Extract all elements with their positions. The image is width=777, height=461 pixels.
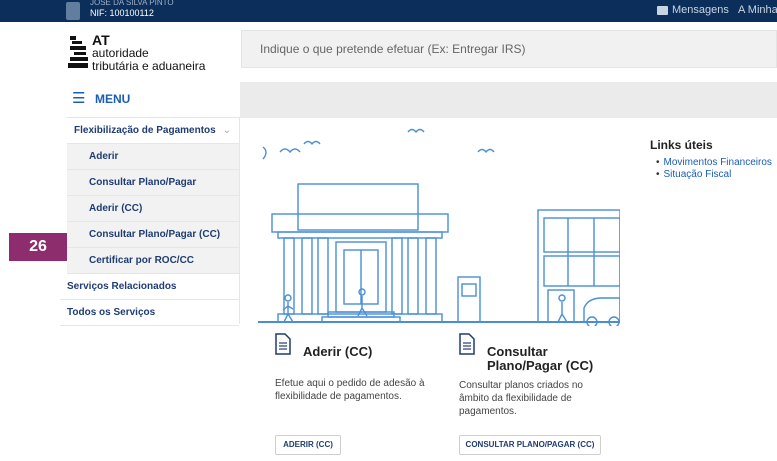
card-description: Consultar planos criados no âmbito da fl… bbox=[459, 380, 583, 417]
card-consultar-plano-cc: Consultar Plano/Pagar (CC) Consultar pla… bbox=[459, 333, 629, 461]
card-title: Aderir (CC) bbox=[303, 344, 373, 359]
bullet-icon: • bbox=[656, 169, 660, 180]
document-icon bbox=[459, 333, 475, 355]
sidebar-item-consultar-plano[interactable]: Consultar Plano/Pagar bbox=[67, 170, 239, 196]
mail-icon[interactable] bbox=[657, 6, 668, 15]
sidebar-item-aderir[interactable]: Aderir bbox=[67, 144, 239, 170]
useful-links: Links úteis • Movimentos Financeiros • Sit… bbox=[650, 138, 777, 181]
link-movimentos-financeiros[interactable]: Movimentos Financeiros bbox=[664, 157, 772, 168]
chevron-down-icon[interactable]: ⌄ bbox=[223, 118, 231, 144]
sidebar: Flexibilização de Pagamentos ⌄ Aderir Co… bbox=[60, 118, 240, 326]
link-item[interactable]: • Situação Fiscal bbox=[650, 169, 777, 181]
at-logo[interactable]: AT autoridade tributária e aduaneira bbox=[68, 32, 228, 74]
aderir-cc-button[interactable]: ADERIR (CC) bbox=[275, 435, 341, 455]
document-icon bbox=[275, 333, 291, 355]
link-situacao-fiscal[interactable]: Situação Fiscal bbox=[664, 169, 732, 180]
user-icon bbox=[66, 2, 80, 20]
messages-link[interactable]: Mensagens bbox=[672, 4, 729, 16]
tax-office-illustration bbox=[258, 128, 620, 326]
useful-links-title: Links úteis bbox=[650, 138, 713, 152]
sidebar-item-consultar-plano-cc[interactable]: Consultar Plano/Pagar (CC) bbox=[67, 222, 239, 248]
sidebar-item-label: Flexibilização de Pagamentos bbox=[74, 125, 216, 136]
top-bar: JOSÉ DA SILVA PINTO NIF: 100100112 Mensa… bbox=[0, 0, 777, 22]
sidebar-item-servicos-relacionados[interactable]: Serviços Relacionados bbox=[60, 274, 239, 300]
header: AT autoridade tributária e aduaneira bbox=[0, 22, 777, 82]
user-name: JOSÉ DA SILVA PINTO bbox=[90, 0, 174, 6]
step-badge: 26 bbox=[9, 233, 67, 261]
consultar-plano-cc-button[interactable]: CONSULTAR PLANO/PAGAR (CC) bbox=[459, 435, 601, 455]
my-area-link[interactable]: A Minha Á bbox=[738, 4, 777, 16]
card-aderir-cc: Aderir (CC) Efetue aqui o pedido de ades… bbox=[275, 333, 445, 461]
menu-label[interactable]: MENU bbox=[95, 92, 130, 106]
hamburger-icon[interactable]: ☰ bbox=[72, 91, 85, 106]
at-logo-icon bbox=[68, 36, 88, 68]
card-title-line1: Consultar bbox=[487, 344, 548, 359]
card-description: Efetue aqui o pedido de adesão à flexibi… bbox=[275, 378, 425, 402]
sidebar-item-certificar-roc[interactable]: Certificar por ROC/CC bbox=[67, 248, 239, 274]
search-input[interactable] bbox=[242, 31, 776, 67]
search-box[interactable] bbox=[241, 30, 777, 68]
logo-text-line2: autoridade bbox=[92, 46, 149, 60]
content-top-bar bbox=[240, 82, 777, 118]
logo-text-line3: tributária e aduaneira bbox=[92, 59, 206, 73]
sidebar-item-aderir-cc[interactable]: Aderir (CC) bbox=[67, 196, 239, 222]
bullet-icon: • bbox=[656, 157, 660, 168]
menu-toggle[interactable]: ☰ MENU bbox=[67, 82, 240, 118]
card-title-line2: Plano/Pagar (CC) bbox=[487, 358, 594, 373]
sidebar-item-flexibilizacao[interactable]: Flexibilização de Pagamentos ⌄ bbox=[67, 118, 239, 144]
nif-label: NIF: 100100112 bbox=[90, 8, 154, 18]
link-item[interactable]: • Movimentos Financeiros bbox=[650, 157, 777, 169]
sidebar-item-todos-servicos[interactable]: Todos os Serviços bbox=[60, 300, 239, 326]
